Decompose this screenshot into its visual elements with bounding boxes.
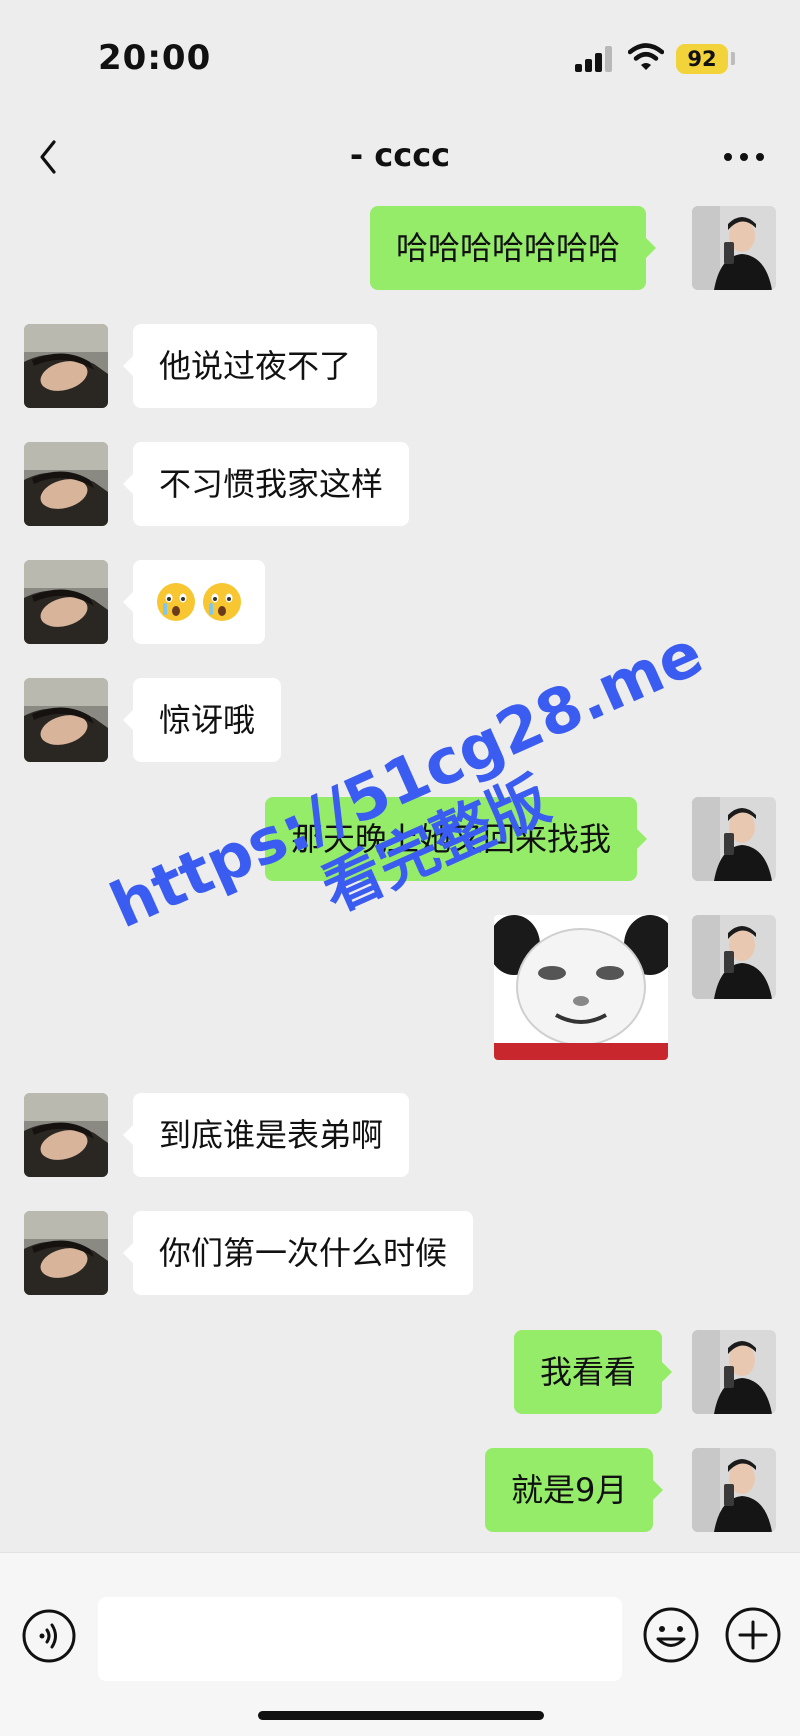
plus-icon[interactable] [724, 1606, 782, 1664]
panda-face-sticker[interactable] [494, 915, 668, 1060]
my-avatar[interactable] [692, 797, 776, 881]
more-options-icon[interactable] [722, 144, 766, 170]
message-input[interactable] [98, 1597, 622, 1681]
incoming-message-bubble[interactable]: 不习惯我家这样 [122, 442, 410, 526]
outgoing-message-bubble[interactable]: 我看看 [514, 1330, 673, 1414]
contact-avatar[interactable] [24, 1093, 108, 1177]
status-bar: 20:00 92 [0, 0, 800, 118]
my-avatar[interactable] [692, 1330, 776, 1414]
incoming-message-bubble[interactable]: 他说过夜不了 [122, 324, 378, 408]
chat-title: - cccc [349, 136, 451, 174]
my-avatar[interactable] [692, 915, 776, 999]
wifi-icon [628, 43, 664, 70]
incoming-message-bubble[interactable]: 你们第一次什么时候 [122, 1211, 474, 1295]
voice-icon[interactable] [21, 1608, 77, 1664]
battery-level-badge: 92 [676, 44, 728, 74]
contact-avatar[interactable] [24, 1211, 108, 1295]
outgoing-message-bubble[interactable]: 哈哈哈哈哈哈哈 [370, 206, 657, 290]
contact-avatar[interactable] [24, 442, 108, 526]
contact-avatar[interactable] [24, 324, 108, 408]
incoming-emoji-bubble[interactable] [123, 560, 265, 644]
cellular-signal-icon [575, 46, 615, 72]
status-time: 20:00 [98, 38, 212, 78]
contact-avatar[interactable] [24, 678, 108, 762]
home-indicator [258, 1711, 544, 1720]
contact-avatar[interactable] [24, 560, 108, 644]
message-list[interactable]: 哈哈哈哈哈哈哈 他说过夜不了 不习惯我家这样 惊讶哦 那天晚上她又回来找我 到底… [0, 200, 800, 1552]
outgoing-message-bubble[interactable]: 那天晚上她又回来找我 [265, 797, 648, 881]
incoming-message-bubble[interactable]: 惊讶哦 [122, 678, 282, 762]
outgoing-message-bubble[interactable]: 就是9月 [485, 1448, 664, 1532]
battery-tip [731, 52, 735, 65]
emoji-icon[interactable] [642, 1606, 700, 1664]
input-bar [0, 1552, 800, 1736]
astonished-face-icon [157, 583, 195, 621]
chat-header: - cccc [0, 118, 800, 200]
incoming-message-bubble[interactable]: 到底谁是表弟啊 [122, 1093, 410, 1177]
my-avatar[interactable] [692, 206, 776, 290]
astonished-face-icon [203, 583, 241, 621]
my-avatar[interactable] [692, 1448, 776, 1532]
